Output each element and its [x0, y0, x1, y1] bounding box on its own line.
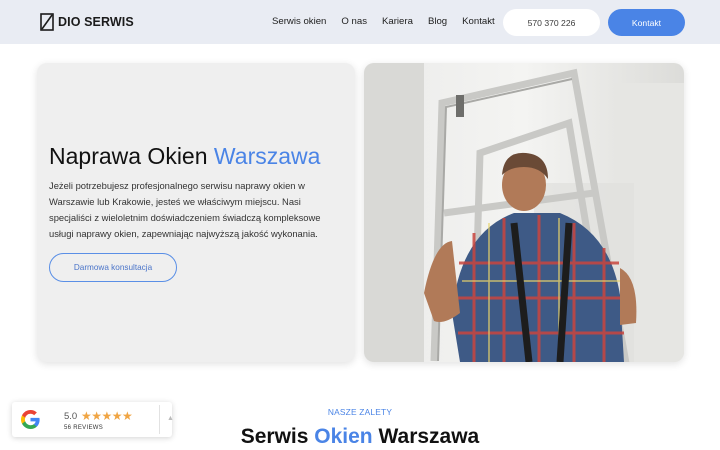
- section-kicker: NASZE ZALETY: [327, 407, 393, 417]
- nav-serwis-okien[interactable]: Serwis okien: [272, 16, 326, 27]
- section-title: Serwis Okien Warszawa: [0, 425, 720, 449]
- logo-mark-icon: [40, 13, 54, 31]
- hero-title: Naprawa Okien Warszawa: [49, 143, 320, 170]
- logo[interactable]: DIO SERWIS: [40, 13, 134, 31]
- nav-kontakt[interactable]: Kontakt: [462, 16, 495, 27]
- main-nav: Serwis okien O nas Kariera Blog Kontakt: [272, 16, 510, 27]
- nav-o-nas[interactable]: O nas: [341, 16, 367, 27]
- logo-text: DIO SERWIS: [58, 15, 134, 29]
- hero-image: [364, 63, 684, 362]
- section-title-a: Serwis: [240, 425, 315, 448]
- phone-button[interactable]: 570 370 226: [503, 9, 600, 36]
- nav-blog[interactable]: Blog: [428, 16, 447, 27]
- worker-photo: [364, 63, 684, 362]
- free-consultation-button[interactable]: Darmowa konsultacja: [49, 253, 177, 282]
- nav-kariera[interactable]: Kariera: [382, 16, 413, 27]
- hero-title-accent: Warszawa: [213, 143, 321, 169]
- hero-description: Jeżeli potrzebujesz profesjonalnego serw…: [49, 180, 321, 239]
- kontakt-button[interactable]: Kontakt: [608, 9, 685, 36]
- hero-title-main: Naprawa Okien: [49, 143, 214, 169]
- section-title-accent: Okien: [314, 425, 373, 448]
- site-header: DIO SERWIS Serwis okien O nas Kariera Bl…: [0, 0, 720, 44]
- section-title-b: Warszawa: [372, 425, 480, 448]
